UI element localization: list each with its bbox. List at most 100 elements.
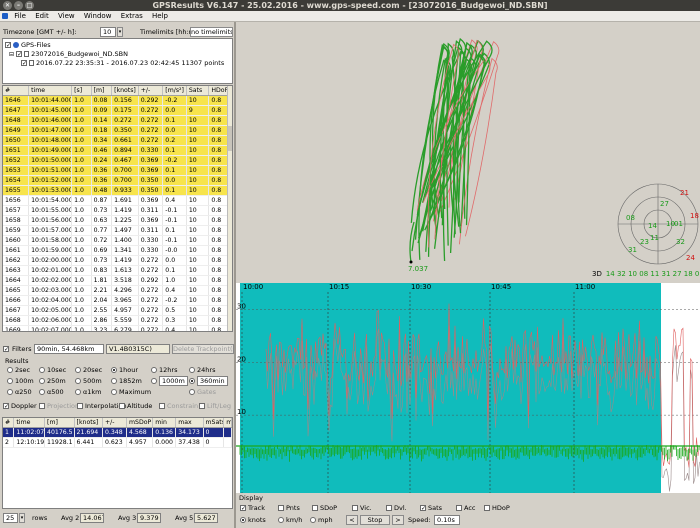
trackpoint-row[interactable]: 1660 10:01:58.000 1.0 0.72 1.400 0.330 -0.1 10 0… — [3, 235, 232, 246]
rows-input[interactable]: 25 — [3, 513, 18, 523]
results-col-header[interactable]: mSats — [203, 418, 225, 428]
result-option[interactable]: 1000m — [151, 376, 188, 386]
result-row[interactable]: 2 12:10:19 11928.1 6.441 0.623 4.957 0.000 37.4… — [3, 437, 232, 448]
points-col-header[interactable]: # — [3, 86, 30, 96]
results-col-header[interactable]: # — [3, 418, 15, 428]
radio-icon[interactable] — [151, 378, 157, 384]
display-check[interactable]: SDoP — [312, 504, 337, 513]
trackpoint-row[interactable]: 1652 10:01:50.000 1.0 0.24 0.467 0.369 -0.2 10 0… — [3, 155, 232, 166]
results-col-header[interactable]: [m] — [44, 418, 75, 428]
result-option[interactable]: Gates — [189, 388, 216, 397]
points-col-header[interactable]: +/- — [138, 86, 164, 96]
unit-option[interactable]: km/h — [278, 516, 302, 525]
result-option[interactable]: 10sec — [39, 366, 66, 375]
table-scrollbar[interactable] — [227, 86, 232, 331]
checkbox-icon[interactable] — [39, 403, 45, 409]
trackpoint-row[interactable]: 1669 10:02:07.000 1.0 3.23 6.279 0.272 0.4 10 0.… — [3, 325, 232, 331]
rows-spinner[interactable]: ▾ — [19, 513, 25, 523]
checkbox-icon[interactable] — [312, 505, 318, 511]
menu-window[interactable]: Window — [84, 12, 112, 20]
radio-icon[interactable] — [75, 378, 81, 384]
results-col-header[interactable]: mSDoP — [126, 418, 154, 428]
result-option[interactable]: 100m — [7, 377, 34, 386]
tree-session[interactable]: ✓ 2016.07.22 23:35:31 - 2016.07.23 02:42:… — [21, 59, 224, 67]
radio-icon[interactable] — [39, 389, 45, 395]
playback-stop-button[interactable]: Stop — [360, 515, 390, 525]
results-col-header[interactable]: +/- — [102, 418, 128, 428]
checkbox-icon[interactable] — [352, 505, 358, 511]
radio-icon[interactable] — [240, 517, 246, 523]
trackpoint-row[interactable]: 1665 10:02:03.000 1.0 2.21 4.296 0.272 0.4 10 0.… — [3, 285, 232, 296]
checkbox-icon[interactable]: ✓ — [420, 505, 426, 512]
result-option[interactable]: 250m — [39, 377, 66, 386]
menu-extras[interactable]: Extras — [121, 12, 143, 20]
trackpoint-row[interactable]: 1658 10:01:56.000 1.0 0.63 1.225 0.369 -0.1 10 0… — [3, 215, 232, 226]
trackpoint-row[interactable]: 1646 10:01:44.000 1.0 0.08 0.156 0.292 -0.2 10 0… — [3, 95, 232, 106]
points-col-header[interactable]: Sats — [186, 86, 210, 96]
timelimits-button[interactable]: no timelimits — [190, 27, 233, 37]
radio-icon[interactable] — [189, 378, 195, 384]
results-col-header[interactable]: mi — [223, 418, 232, 428]
display-check[interactable]: Pnts — [278, 504, 300, 513]
checkbox-icon[interactable]: ✓ — [3, 403, 9, 410]
speed-graph[interactable]: 10:00 10:15 10:30 10:45 11:00 30 20 10 — [236, 283, 700, 493]
radio-icon[interactable] — [7, 367, 13, 373]
results-col-header[interactable]: [knots] — [74, 418, 103, 428]
result-option[interactable]: α500 — [39, 388, 64, 397]
tree-root[interactable]: ✓ GPS-Files — [5, 41, 51, 49]
result-option[interactable]: α1km — [75, 388, 102, 397]
checkbox-icon[interactable]: ✓ — [240, 505, 246, 512]
radio-icon[interactable] — [7, 378, 13, 384]
menu-help[interactable]: Help — [152, 12, 168, 20]
playback-back-button[interactable]: < — [346, 515, 358, 525]
result-option[interactable]: 20sec — [75, 366, 102, 375]
timezone-spinner[interactable]: ▾ — [117, 27, 123, 37]
trackpoint-row[interactable]: 1668 10:02:06.000 1.0 2.86 5.559 0.272 0.3 10 0.… — [3, 315, 232, 326]
points-col-header[interactable]: [m/s²] — [162, 86, 187, 96]
radio-icon[interactable] — [310, 517, 316, 523]
points-col-header[interactable]: [m] — [91, 86, 113, 96]
collapse-icon[interactable]: ⊟ — [9, 51, 14, 58]
unit-option[interactable]: mph — [310, 516, 333, 525]
timezone-input[interactable]: 10 — [100, 27, 116, 37]
checkbox-icon[interactable] — [484, 505, 490, 511]
checkbox-icon[interactable] — [456, 505, 462, 511]
trackpoint-row[interactable]: 1653 10:01:51.000 1.0 0.36 0.700 0.369 0.1 10 0.… — [3, 165, 232, 176]
trackpoint-row[interactable]: 1664 10:02:02.000 1.0 1.81 3.518 0.292 1.0 10 0.… — [3, 275, 232, 286]
radio-icon[interactable] — [75, 367, 81, 373]
result-check[interactable]: Lift/Leg — [199, 402, 231, 411]
trackpoint-row[interactable]: 1648 10:01:46.000 1.0 0.14 0.272 0.272 0.1 10 0.… — [3, 115, 232, 126]
points-col-header[interactable]: time — [28, 86, 73, 96]
result-check[interactable]: Constrain — [159, 402, 198, 411]
unit-option[interactable]: knots — [240, 516, 266, 525]
points-col-header[interactable]: [s] — [71, 86, 92, 96]
trackpoint-row[interactable]: 1654 10:01:52.000 1.0 0.36 0.700 0.350 0.0 10 0.… — [3, 175, 232, 186]
tree-root-checkbox[interactable]: ✓ — [5, 42, 11, 49]
result-option[interactable]: 12hrs — [151, 366, 177, 375]
filters-checkbox[interactable]: ✓ — [3, 346, 9, 353]
trackpoint-row[interactable]: 1666 10:02:04.000 1.0 2.04 3.965 0.272 -0.2 10 0… — [3, 295, 232, 306]
results-col-header[interactable]: time — [13, 418, 46, 428]
maximize-window-icon[interactable]: □ — [25, 1, 34, 10]
radio-icon[interactable] — [111, 367, 117, 373]
trackpoint-row[interactable]: 1649 10:01:47.000 1.0 0.18 0.350 0.272 0.0 10 0.… — [3, 125, 232, 136]
speed-input[interactable]: 0.10s — [434, 515, 460, 525]
trackpoint-row[interactable]: 1662 10:02:00.000 1.0 0.73 1.419 0.272 0.0 10 0.… — [3, 255, 232, 266]
result-check[interactable]: ✓ Doppler — [3, 402, 37, 411]
results-col-header[interactable]: min — [152, 418, 177, 428]
tree-session-checkbox[interactable]: ✓ — [21, 60, 27, 67]
trackpoint-row[interactable]: 1655 10:01:53.000 1.0 0.48 0.933 0.350 0.1 10 0.… — [3, 185, 232, 196]
trackpoint-row[interactable]: 1659 10:01:57.000 1.0 0.77 1.497 0.311 0.1 10 0.… — [3, 225, 232, 236]
menu-edit[interactable]: Edit — [35, 12, 49, 20]
result-option[interactable]: 24hrs — [189, 366, 215, 375]
trackpoint-row[interactable]: 1661 10:01:59.000 1.0 0.69 1.341 0.330 -0.0 10 0… — [3, 245, 232, 256]
playback-forward-button[interactable]: > — [392, 515, 404, 525]
trackpoint-row[interactable]: 1651 10:01:49.000 1.0 0.46 0.894 0.330 0.1 10 0.… — [3, 145, 232, 156]
radio-icon[interactable] — [151, 367, 157, 373]
radio-icon[interactable] — [39, 367, 45, 373]
minimize-window-icon[interactable]: – — [14, 1, 23, 10]
trackpoint-row[interactable]: 1650 10:01:48.000 1.0 0.34 0.661 0.272 0.2 10 0.… — [3, 135, 232, 146]
display-check[interactable]: ✓ Sats — [420, 504, 442, 513]
radio-icon[interactable] — [7, 389, 13, 395]
checkbox-icon[interactable] — [386, 505, 392, 511]
